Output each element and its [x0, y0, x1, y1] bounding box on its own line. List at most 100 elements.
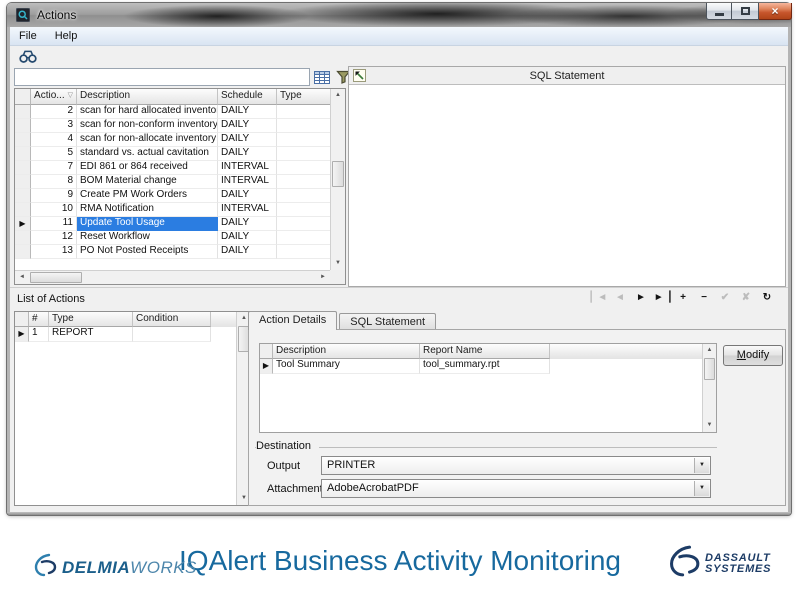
cell-description[interactable]: EDI 861 or 864 received — [77, 161, 218, 175]
menu-help[interactable]: Help — [46, 28, 87, 44]
cancel-edit-icon[interactable]: ✘ — [735, 289, 756, 306]
scroll-down-icon[interactable] — [331, 257, 345, 270]
table-row[interactable]: 7 EDI 861 or 864 received INTERVAL — [15, 161, 345, 175]
cell-action-id[interactable]: 13 — [31, 245, 77, 259]
column-header-type[interactable]: Type — [277, 89, 331, 105]
cell-action-id[interactable]: 10 — [31, 203, 77, 217]
list-item[interactable]: ▶ 1 REPORT — [15, 327, 251, 342]
search-input[interactable] — [14, 68, 310, 86]
delete-record-icon[interactable]: − — [693, 289, 714, 306]
next-record-icon[interactable]: ► — [630, 289, 651, 306]
cell-type[interactable] — [277, 203, 331, 217]
cell-report-name[interactable]: tool_summary.rpt — [420, 359, 550, 374]
cell-description[interactable]: scan for non-conform inventory — [77, 119, 218, 133]
cell-schedule[interactable]: INTERVAL — [218, 175, 277, 189]
cell-type[interactable] — [277, 105, 331, 119]
titlebar[interactable]: Actions × — [7, 3, 791, 27]
horizontal-scrollbar[interactable] — [15, 270, 330, 284]
last-record-icon[interactable]: ►▕ — [651, 289, 672, 306]
cell-action-id[interactable]: 8 — [31, 175, 77, 189]
menu-file[interactable]: File — [10, 28, 46, 44]
cell-type[interactable] — [277, 189, 331, 203]
cell-type[interactable]: REPORT — [49, 327, 133, 342]
cell-description[interactable]: PO Not Posted Receipts — [77, 245, 218, 259]
cell-description[interactable]: scan for non-allocate inventory — [77, 133, 218, 147]
cell-type[interactable] — [277, 175, 331, 189]
cell-type[interactable] — [277, 245, 331, 259]
cell-type[interactable] — [277, 161, 331, 175]
cell-description[interactable]: Reset Workflow — [77, 231, 218, 245]
vertical-scrollbar[interactable] — [702, 344, 716, 432]
maximize-button[interactable] — [732, 3, 759, 20]
chevron-down-icon[interactable] — [694, 458, 709, 473]
scrollbar-thumb[interactable] — [332, 161, 344, 187]
scrollbar-thumb[interactable] — [30, 272, 82, 283]
attachment-select[interactable]: AdobeAcrobatPDF — [321, 479, 711, 498]
cell-description[interactable]: scan for hard allocated inventory — [77, 105, 218, 119]
cell-number[interactable]: 1 — [29, 327, 49, 342]
table-row[interactable]: 10 RMA Notification INTERVAL — [15, 203, 345, 217]
column-header-schedule[interactable]: Schedule — [218, 89, 277, 105]
cell-action-id[interactable]: 2 — [31, 105, 77, 119]
table-row[interactable]: 13 PO Not Posted Receipts DAILY — [15, 245, 345, 259]
cell-action-id[interactable]: 11 — [31, 217, 77, 231]
cell-description[interactable]: RMA Notification — [77, 203, 218, 217]
sql-statement-editor[interactable] — [349, 86, 785, 286]
cell-schedule[interactable]: DAILY — [218, 147, 277, 161]
grid-view-icon[interactable] — [313, 69, 331, 85]
cell-schedule[interactable]: DAILY — [218, 189, 277, 203]
post-edit-icon[interactable]: ✔ — [714, 289, 735, 306]
tab-sql-statement[interactable]: SQL Statement — [339, 313, 436, 330]
cell-description[interactable]: standard vs. actual cavitation — [77, 147, 218, 161]
column-header-action-id[interactable]: Actio...▽ — [31, 89, 77, 105]
find-icon[interactable] — [18, 48, 38, 65]
prior-record-icon[interactable]: ◄ — [609, 289, 630, 306]
insert-record-icon[interactable]: + — [672, 289, 693, 306]
cell-action-id[interactable]: 5 — [31, 147, 77, 161]
cell-schedule[interactable]: DAILY — [218, 217, 277, 231]
modify-button[interactable]: Modify — [723, 345, 783, 366]
scroll-right-icon[interactable] — [316, 271, 330, 284]
cell-type[interactable] — [277, 147, 331, 161]
table-row[interactable]: ▶ 11 Update Tool Usage DAILY — [15, 217, 345, 231]
cell-schedule[interactable]: DAILY — [218, 105, 277, 119]
table-row[interactable]: 3 scan for non-conform inventory DAILY — [15, 119, 345, 133]
tab-action-details[interactable]: Action Details — [248, 311, 337, 330]
minimize-button[interactable] — [706, 3, 732, 20]
scroll-up-icon[interactable] — [703, 344, 716, 357]
table-row[interactable]: 9 Create PM Work Orders DAILY — [15, 189, 345, 203]
cell-schedule[interactable]: INTERVAL — [218, 203, 277, 217]
scroll-down-icon[interactable] — [703, 419, 716, 432]
close-button[interactable]: × — [759, 3, 792, 20]
cell-type[interactable] — [277, 133, 331, 147]
table-row[interactable]: 5 standard vs. actual cavitation DAILY — [15, 147, 345, 161]
table-row[interactable]: 12 Reset Workflow DAILY — [15, 231, 345, 245]
cell-schedule[interactable]: INTERVAL — [218, 161, 277, 175]
cell-description[interactable]: BOM Material change — [77, 175, 218, 189]
cell-description[interactable]: Create PM Work Orders — [77, 189, 218, 203]
table-row[interactable]: 8 BOM Material change INTERVAL — [15, 175, 345, 189]
table-row[interactable]: 2 scan for hard allocated inventory DAIL… — [15, 105, 345, 119]
cell-action-id[interactable]: 12 — [31, 231, 77, 245]
report-row[interactable]: ▶ Tool Summary tool_summary.rpt — [260, 359, 716, 374]
cell-action-id[interactable]: 9 — [31, 189, 77, 203]
cell-schedule[interactable]: DAILY — [218, 245, 277, 259]
cell-schedule[interactable]: DAILY — [218, 231, 277, 245]
chevron-down-icon[interactable] — [694, 481, 709, 496]
cell-type[interactable] — [277, 231, 331, 245]
column-header-description[interactable]: Description — [77, 89, 218, 105]
output-select[interactable]: PRINTER — [321, 456, 711, 475]
refresh-icon[interactable]: ↻ — [756, 289, 777, 306]
cell-schedule[interactable]: DAILY — [218, 119, 277, 133]
table-row[interactable]: 4 scan for non-allocate inventory DAILY — [15, 133, 345, 147]
cell-action-id[interactable]: 4 — [31, 133, 77, 147]
cell-condition[interactable] — [133, 327, 211, 342]
cell-type[interactable] — [277, 119, 331, 133]
cell-schedule[interactable]: DAILY — [218, 133, 277, 147]
cell-description[interactable]: Update Tool Usage — [77, 217, 218, 231]
cell-action-id[interactable]: 7 — [31, 161, 77, 175]
scroll-up-icon[interactable] — [331, 89, 345, 102]
scroll-left-icon[interactable] — [15, 271, 29, 284]
vertical-scrollbar[interactable] — [330, 89, 345, 270]
cell-description[interactable]: Tool Summary — [273, 359, 420, 374]
